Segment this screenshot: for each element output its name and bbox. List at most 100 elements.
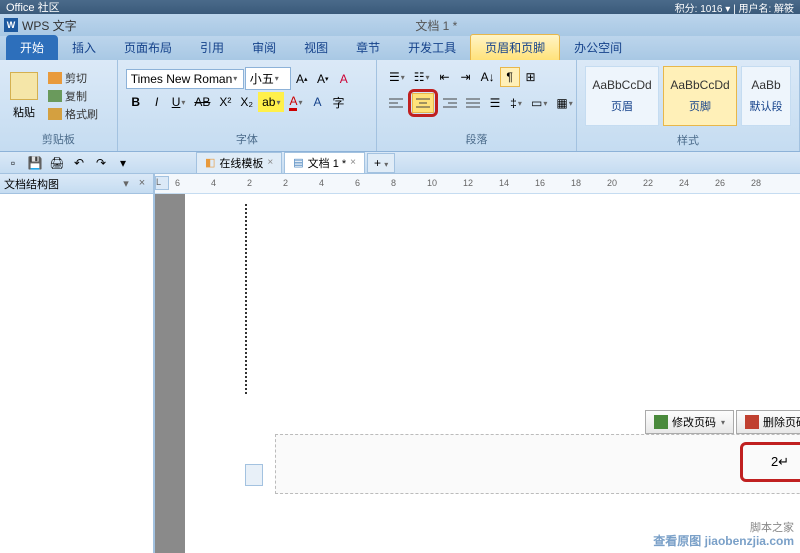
horizontal-ruler[interactable]: L 642246810121416182022242628 (155, 174, 800, 194)
italic-button[interactable]: I (147, 92, 167, 112)
outline-close-icon[interactable]: × (135, 177, 149, 190)
os-titlebar: Office 社区 积分: 1016 ▾ | 用户名: 解筱 (0, 0, 800, 14)
tab-home[interactable]: 开始 (6, 35, 58, 60)
outline-body (0, 194, 153, 553)
modify-page-number-button[interactable]: 修改页码▾ (645, 410, 734, 434)
tab-online-template[interactable]: ◧ 在线模板 × (196, 152, 282, 174)
close-tab-icon[interactable]: × (267, 157, 273, 168)
tab-office-space[interactable]: 办公空间 (560, 35, 636, 60)
borders-button[interactable]: ▦▾ (552, 93, 576, 113)
align-right-button[interactable] (439, 93, 461, 113)
ruler-mark: 2 (247, 178, 252, 188)
qat-redo-icon[interactable]: ↷ (92, 154, 110, 172)
ruler-mark: 4 (319, 178, 324, 188)
group-styles: AaBbCcDd 页眉 AaBbCcDd 页脚 AaBb 默认段 样式 (577, 60, 800, 151)
tab-developer[interactable]: 开发工具 (394, 35, 470, 60)
ribbon-tab-strip: 开始 插入 页面布局 引用 审阅 视图 章节 开发工具 页眉和页脚 办公空间 (0, 36, 800, 60)
tab-view[interactable]: 视图 (290, 35, 342, 60)
show-marks-button[interactable]: ¶ (500, 67, 520, 87)
bold-button[interactable]: B (126, 92, 146, 112)
cut-icon (48, 72, 62, 84)
paste-button[interactable]: 粘贴 (13, 104, 35, 120)
ruler-mark: 8 (391, 178, 396, 188)
align-left-button[interactable] (385, 93, 407, 113)
workspace: 文档结构图 ▾ × L 642246810121416182022242628 … (0, 174, 800, 553)
footer-edit-region[interactable] (275, 434, 800, 494)
ruler-mark: 2 (283, 178, 288, 188)
tab-review[interactable]: 审阅 (238, 35, 290, 60)
ruler-mark: 6 (355, 178, 360, 188)
ruler-mark: 4 (211, 178, 216, 188)
shading-button[interactable]: ▭▾ (527, 93, 551, 113)
group-label-clipboard: 剪贴板 (4, 129, 113, 149)
style-footer[interactable]: AaBbCcDd 页脚 (663, 66, 737, 126)
outline-dropdown-icon[interactable]: ▾ (119, 177, 133, 190)
doc-icon: ▤ (293, 156, 303, 169)
highlight-color-button[interactable]: ab▾ (258, 92, 284, 112)
group-clipboard: 粘贴 剪切 复制 格式刷 剪贴板 (0, 60, 118, 151)
page-number-value[interactable]: 2↵ (771, 454, 789, 470)
distribute-button[interactable]: ☰ (485, 93, 505, 113)
new-tab-button[interactable]: + ▾ (367, 153, 395, 173)
titlebar-right: 积分: 1016 ▾ | 用户名: 解筱 (675, 0, 794, 15)
font-name-select[interactable]: Times New Roman▾ (126, 69, 244, 89)
shrink-font-button[interactable]: A▾ (313, 69, 333, 89)
clear-formatting-button[interactable]: A (334, 69, 354, 89)
bullets-button[interactable]: ☰▾ (385, 67, 409, 87)
style-header[interactable]: AaBbCcDd 页眉 (585, 66, 659, 126)
group-label-styles: 样式 (581, 130, 795, 150)
copy-icon (48, 90, 62, 102)
group-font: Times New Roman▾ 小五▾ A▴ A▾ A B I U▾ AB X… (118, 60, 377, 151)
paste-icon (10, 72, 38, 100)
char-shading-button[interactable]: A (307, 92, 327, 112)
strikethrough-button[interactable]: AB (190, 92, 214, 112)
qat-undo-icon[interactable]: ↶ (70, 154, 88, 172)
qat-new-icon[interactable]: ▫ (4, 154, 22, 172)
template-icon: ◧ (205, 156, 215, 169)
modify-icon (654, 415, 668, 429)
qat-print-icon[interactable]: 🖨 (48, 154, 66, 172)
align-center-highlight (408, 89, 438, 117)
superscript-button[interactable]: X² (215, 92, 235, 112)
delete-icon (745, 415, 759, 429)
underline-button[interactable]: U▾ (168, 92, 190, 112)
format-painter-button[interactable]: 格式刷 (48, 106, 98, 122)
close-tab-icon[interactable]: × (350, 157, 356, 168)
outline-header: 文档结构图 ▾ × (0, 174, 153, 194)
numbering-button[interactable]: ☷▾ (410, 67, 434, 87)
tab-page-layout[interactable]: 页面布局 (110, 35, 186, 60)
increase-indent-button[interactable]: ⇥ (456, 67, 476, 87)
qat-save-icon[interactable]: 💾 (26, 154, 44, 172)
justify-button[interactable] (462, 93, 484, 113)
document-title: 文档 1 * (77, 17, 796, 34)
app-title: WPS 文字 (22, 17, 77, 34)
line-spacing-button[interactable]: ‡▾ (506, 93, 526, 113)
ruler-mark: 26 (715, 178, 725, 188)
cut-button[interactable]: 剪切 (48, 70, 98, 86)
ruler-mark: 20 (607, 178, 617, 188)
tab-document-1[interactable]: ▤ 文档 1 * × (284, 152, 365, 174)
align-center-button[interactable] (412, 93, 434, 113)
subscript-button[interactable]: X₂ (236, 92, 257, 112)
tab-insert[interactable]: 插入 (58, 35, 110, 60)
qat-more-icon[interactable]: ▾ (114, 154, 132, 172)
enclose-char-button[interactable]: 字 (328, 92, 348, 112)
page-number-highlight: 2↵ (740, 442, 800, 482)
sort-button[interactable]: A↓ (477, 67, 499, 87)
delete-page-number-button[interactable]: 删除页码▾ (736, 410, 800, 434)
decrease-indent-button[interactable]: ⇤ (435, 67, 455, 87)
tab-reference[interactable]: 引用 (186, 35, 238, 60)
style-default[interactable]: AaBb 默认段 (741, 66, 791, 126)
font-color-button[interactable]: A▾ (285, 92, 306, 112)
grow-font-button[interactable]: A▴ (292, 69, 312, 89)
tab-chapter[interactable]: 章节 (342, 35, 394, 60)
font-size-select[interactable]: 小五▾ (245, 67, 291, 90)
tab-header-footer[interactable]: 页眉和页脚 (470, 34, 560, 60)
copy-button[interactable]: 复制 (48, 88, 98, 104)
tab-stops-button[interactable]: ⊞ (521, 67, 541, 87)
page: 修改页码▾ 删除页码▾ 2↵ (185, 194, 800, 553)
ruler-mark: 12 (463, 178, 473, 188)
group-label-paragraph: 段落 (381, 129, 572, 149)
editor-area: L 642246810121416182022242628 修改页码▾ 删除页码… (155, 174, 800, 553)
page-viewport[interactable]: 修改页码▾ 删除页码▾ 2↵ 脚本之家 查看原图 jiaobenzjia.com (155, 194, 800, 553)
